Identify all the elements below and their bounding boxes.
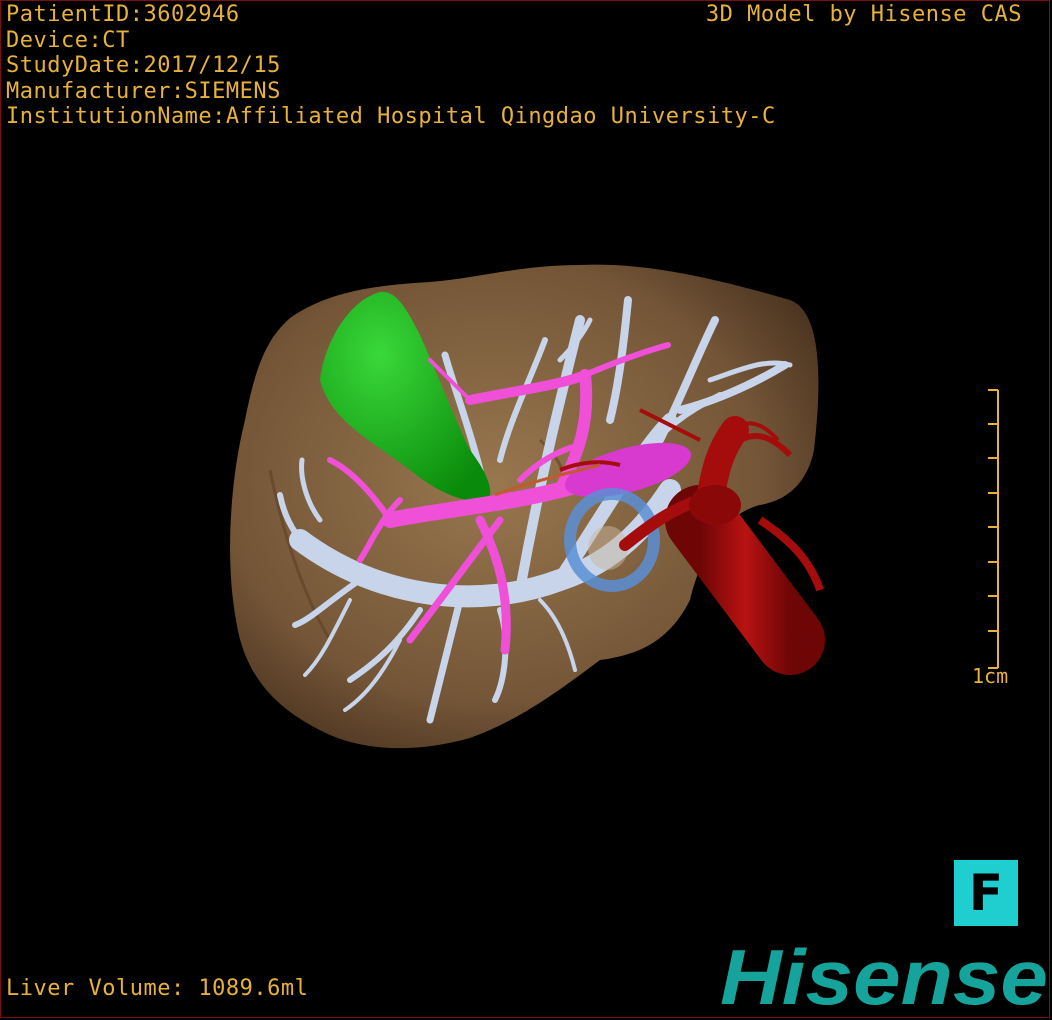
patient-info-overlay: PatientID:3602946 Device:CT StudyDate:20…	[6, 2, 776, 130]
scale-bar	[988, 389, 999, 669]
model-caption: 3D Model by Hisense CAS	[705, 2, 1022, 27]
liver-volume: Liver Volume: 1089.6ml	[6, 976, 309, 1001]
study-date: StudyDate:2017/12/15	[6, 53, 281, 78]
institution-name: InstitutionName:Affiliated Hospital Qing…	[6, 104, 776, 129]
orientation-indicator[interactable]: F	[954, 860, 1018, 926]
3d-liver-viewport[interactable]: Hisense	[0, 0, 1052, 1020]
hisense-logo: Hisense	[720, 933, 1048, 1020]
scale-bar-label: 1cm	[972, 664, 1009, 688]
patient-id: PatientID:3602946	[6, 2, 240, 27]
manufacturer: Manufacturer:SIEMENS	[6, 78, 281, 104]
device: Device:CT	[6, 27, 130, 53]
